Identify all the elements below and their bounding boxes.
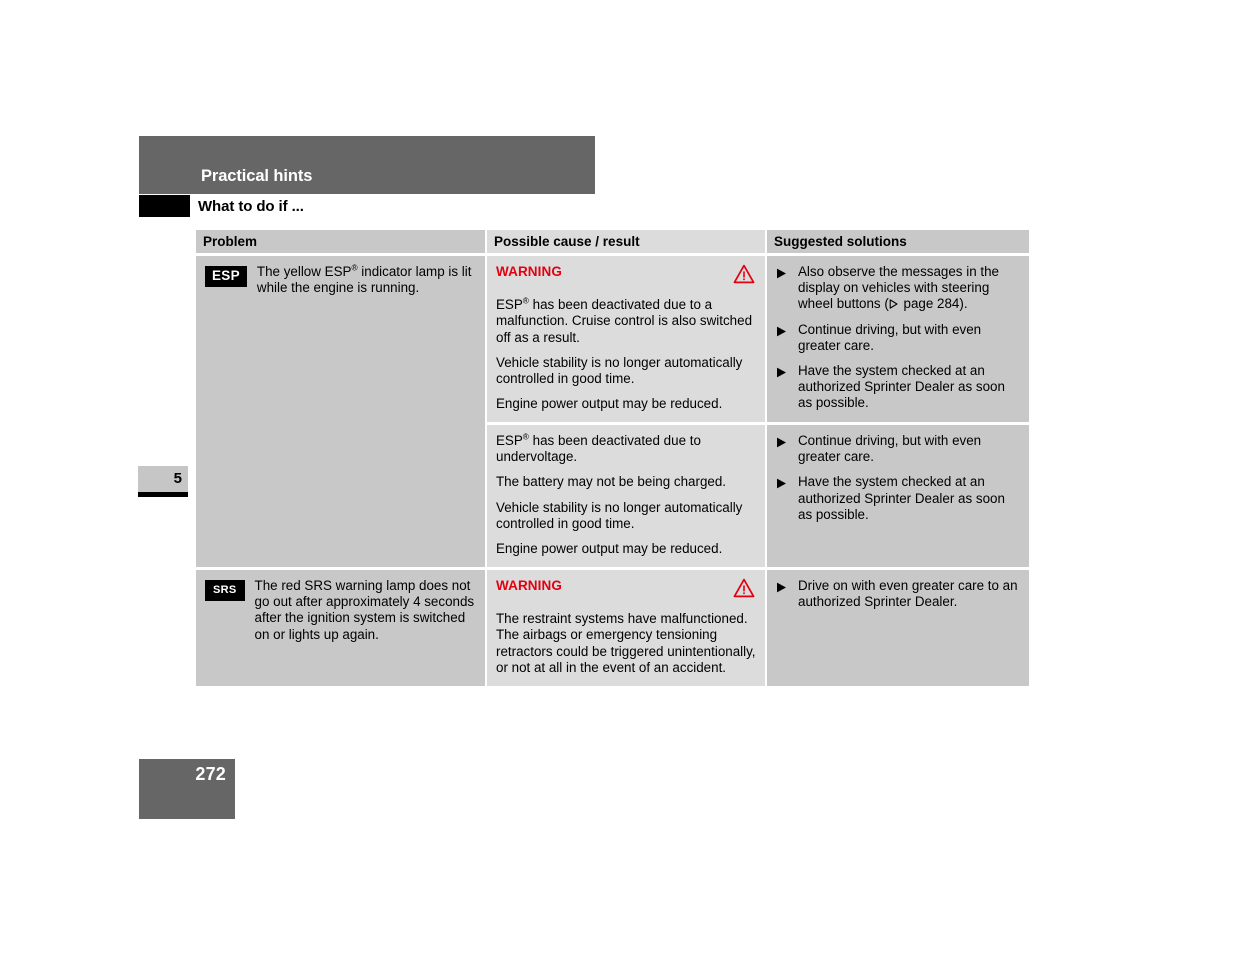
solution-item: Have the system checked at an authorized… (776, 474, 1020, 523)
chapter-tab-underline (138, 492, 188, 497)
chapter-title: Practical hints (201, 167, 313, 185)
page-number-block: 272 (139, 759, 235, 819)
cause-paragraph: ESP® has been deactivated due to undervo… (496, 431, 701, 465)
problem-description: The yellow ESP® indicator lamp is lit wh… (256, 262, 472, 296)
cause-paragraph: The restraint systems have malfunctioned… (496, 611, 756, 675)
cause-column: WARNING ESP® has been deactivated due to … (487, 256, 765, 567)
warning-label: WARNING (496, 578, 562, 593)
cause-paragraph: Engine power output may be reduced. (496, 396, 723, 412)
what-to-do-if-table: Problem Possible cause / result Suggeste… (196, 230, 1029, 686)
chapter-number: 5 (173, 470, 182, 487)
solution-text: Also observe the messages in the display… (798, 264, 999, 312)
bullet-triangle-icon (776, 582, 787, 593)
solution-item: Continue driving, but with even greater … (776, 433, 1020, 465)
solution-text: Have the system checked at an authorized… (798, 474, 1005, 522)
bullet-triangle-icon (776, 326, 787, 337)
solution-text: Have the system checked at an authorized… (798, 363, 1005, 411)
cause-cell: WARNING ESP® has been deactivated due to … (487, 256, 765, 422)
solutions-cell: Drive on with even greater care to an au… (767, 570, 1029, 686)
solution-item: Continue driving, but with even greater … (776, 322, 1020, 354)
table-header-row: Problem Possible cause / result Suggeste… (196, 230, 1029, 253)
table-body: ESP The yellow ESP® indicator lamp is lit… (196, 256, 1029, 686)
esp-lamp-badge: ESP (205, 266, 247, 287)
cause-paragraph: Vehicle stability is no longer automatic… (496, 499, 743, 531)
bullet-triangle-icon (776, 367, 787, 378)
solutions-column: Drive on with even greater care to an au… (767, 570, 1029, 686)
page-number: 272 (195, 764, 226, 784)
section-marker-block (139, 195, 190, 217)
solution-item: Drive on with even greater care to an au… (776, 578, 1020, 610)
problem-description: The red SRS warning lamp does not go out… (254, 578, 475, 642)
solution-text: Continue driving, but with even greater … (798, 433, 982, 465)
warning-header: WARNING (496, 578, 756, 602)
bullet-triangle-icon (776, 268, 787, 279)
solution-item: Have the system checked at an authorized… (776, 363, 1020, 412)
column-header-problem: Problem (196, 230, 485, 253)
srs-lamp-badge: SRS (205, 580, 245, 601)
warning-triangle-icon (733, 264, 755, 288)
solution-item: Also observe the messages in the display… (776, 264, 1020, 313)
solution-text: Continue driving, but with even greater … (798, 321, 982, 353)
section-title: What to do if ... (198, 198, 304, 215)
problem-cell: SRS The red SRS warning lamp does not go … (196, 570, 485, 686)
warning-header: WARNING (496, 264, 756, 288)
cause-paragraph: ESP® has been deactivated due to a malfu… (496, 295, 753, 345)
column-header-possible-cause: Possible cause / result (487, 230, 765, 253)
table-row: ESP The yellow ESP® indicator lamp is lit… (196, 256, 1029, 567)
cause-cell: ESP® has been deactivated due to undervo… (487, 425, 765, 567)
column-header-suggested-solutions: Suggested solutions (767, 230, 1029, 253)
chapter-tab: 5 (138, 466, 188, 492)
solution-text: Drive on with even greater care to an au… (798, 578, 1018, 610)
bullet-triangle-icon (776, 437, 787, 448)
chapter-header-band: Practical hints (139, 136, 595, 194)
section-header: What to do if ... (139, 195, 1029, 221)
cause-paragraph: Engine power output may be reduced. (496, 541, 723, 557)
cause-cell: WARNING The restraint systems have malfun… (487, 570, 765, 686)
cause-paragraph: Vehicle stability is no longer automatic… (496, 354, 743, 387)
bullet-triangle-icon (776, 478, 787, 489)
solutions-cell: Also observe the messages in the display… (767, 256, 1029, 422)
solutions-cell: Continue driving, but with even greater … (767, 425, 1029, 567)
solutions-column: Also observe the messages in the display… (767, 256, 1029, 567)
table-row: SRS The red SRS warning lamp does not go … (196, 570, 1029, 686)
cause-column: WARNING The restraint systems have malfun… (487, 570, 765, 686)
cause-paragraph: The battery may not be being charged. (496, 474, 727, 490)
warning-triangle-icon (733, 578, 755, 602)
problem-cell: ESP The yellow ESP® indicator lamp is lit… (196, 256, 485, 567)
warning-label: WARNING (496, 264, 562, 279)
